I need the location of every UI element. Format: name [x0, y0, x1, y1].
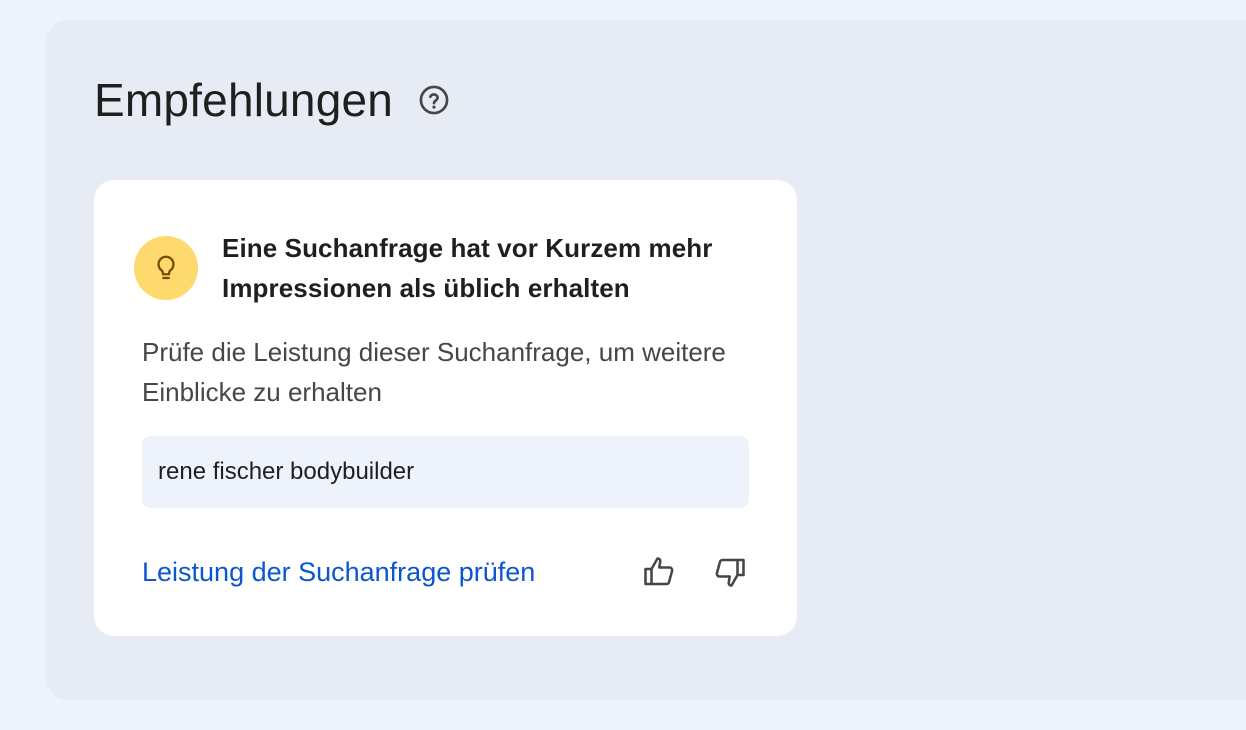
lightbulb-badge	[134, 236, 198, 300]
page-title: Empfehlungen	[94, 74, 394, 126]
search-query-text: rene fischer bodybuilder	[158, 458, 415, 485]
search-query-box: rene fischer bodybuilder	[142, 436, 749, 508]
thumb-up-button[interactable]	[637, 550, 681, 594]
recommendation-card: Eine Suchanfrage hat vor Kurzem mehr Imp…	[94, 180, 797, 636]
recommendation-description: Prüfe die Leistung dieser Suchanfrage, u…	[142, 337, 726, 407]
thumb-down-button[interactable]	[708, 550, 752, 594]
recommendation-title: Eine Suchanfrage hat vor Kurzem mehr Imp…	[222, 233, 713, 303]
thumb-down-icon	[715, 558, 745, 587]
recommendations-panel: Empfehlungen Eine Suchanfrage hat vor Ku…	[46, 20, 1246, 700]
help-circle-icon	[419, 85, 449, 115]
check-query-performance-link[interactable]: Leistung der Suchanfrage prüfen	[142, 552, 535, 592]
thumb-up-icon	[644, 557, 674, 586]
section-header: Empfehlungen	[94, 72, 451, 128]
lightbulb-icon	[157, 255, 175, 280]
help-icon[interactable]	[417, 83, 451, 117]
